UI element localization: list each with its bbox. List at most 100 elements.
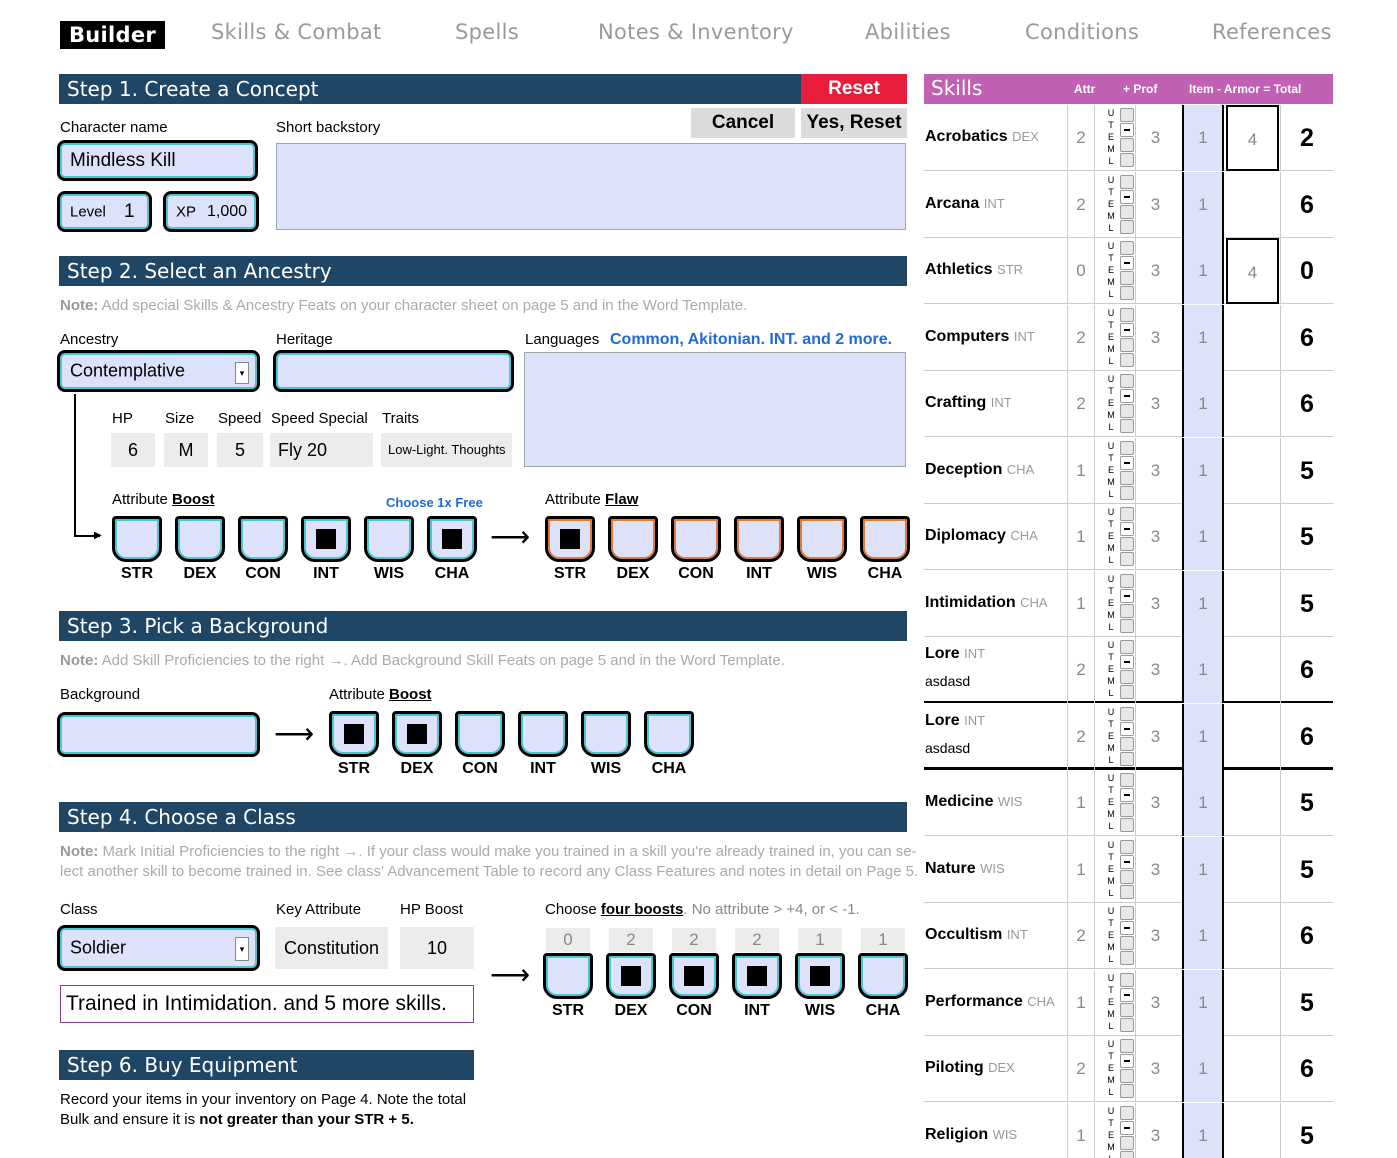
- character-name-input[interactable]: Mindless Kill: [57, 140, 258, 181]
- tab-builder[interactable]: Builder: [60, 21, 166, 49]
- proficiency-checkbox[interactable]: [1120, 736, 1134, 751]
- lore-subject-input[interactable]: asdasd: [925, 673, 1065, 689]
- lore-subject-input[interactable]: asdasd: [925, 740, 1065, 756]
- tab-skills-combat[interactable]: Skills & Combat: [211, 20, 382, 44]
- ancestry-boost-checkbox-int[interactable]: [301, 516, 351, 562]
- proficiency-checkbox[interactable]: [1120, 1120, 1134, 1135]
- ancestry-boost-checkbox-con[interactable]: [238, 516, 288, 562]
- skill-item-bonus-input[interactable]: 1: [1182, 371, 1224, 437]
- skill-row[interactable]: Crafting INT 2 U T E M L 3 1 6: [924, 371, 1333, 437]
- class-boost-checkbox-wis[interactable]: [795, 953, 845, 999]
- skill-item-bonus-input[interactable]: 1: [1182, 105, 1224, 171]
- proficiency-checkboxes[interactable]: [1120, 972, 1135, 1033]
- proficiency-checkbox[interactable]: [1120, 803, 1134, 817]
- proficiency-checkbox[interactable]: [1120, 773, 1134, 787]
- proficiency-checkbox[interactable]: [1120, 507, 1134, 521]
- proficiency-checkboxes[interactable]: [1120, 108, 1135, 168]
- background-boost-checkbox-con[interactable]: [455, 711, 505, 757]
- proficiency-checkbox[interactable]: [1120, 485, 1134, 500]
- ancestry-select[interactable]: Contemplative ▾: [57, 350, 260, 392]
- skill-item-bonus-input[interactable]: 1: [1182, 171, 1224, 238]
- skill-item-bonus-input[interactable]: 1: [1182, 437, 1224, 504]
- proficiency-checkbox[interactable]: [1120, 271, 1134, 285]
- proficiency-checkbox[interactable]: [1120, 470, 1134, 485]
- proficiency-checkbox[interactable]: [1120, 685, 1134, 699]
- proficiency-checkboxes[interactable]: [1120, 839, 1135, 900]
- languages-input[interactable]: [524, 352, 906, 467]
- skill-row[interactable]: Nature WIS 1 U T E M L 3 1 5: [924, 836, 1333, 903]
- ancestry-flaw-checkbox-int[interactable]: [734, 516, 784, 562]
- class-boost-checkbox-int[interactable]: [732, 953, 782, 999]
- proficiency-checkbox[interactable]: [1120, 1054, 1134, 1068]
- tab-references[interactable]: References: [1212, 20, 1332, 44]
- skill-row[interactable]: Medicine WIS 1 U T E M L 3 1 5: [924, 770, 1333, 836]
- proficiency-checkbox[interactable]: [1120, 906, 1134, 920]
- class-boost-checkbox-cha[interactable]: [858, 953, 908, 999]
- skill-row[interactable]: Deception CHA 1 U T E M L 3 1 5: [924, 437, 1333, 504]
- proficiency-checkbox[interactable]: [1120, 951, 1134, 965]
- proficiency-checkbox[interactable]: [1120, 869, 1134, 884]
- proficiency-checkboxes[interactable]: [1120, 640, 1135, 700]
- ancestry-flaw-checkbox-str[interactable]: [545, 516, 595, 562]
- skill-item-bonus-input[interactable]: 1: [1182, 304, 1224, 371]
- ancestry-boost-checkbox-cha[interactable]: [427, 516, 477, 562]
- skill-item-bonus-input[interactable]: 1: [1182, 703, 1224, 770]
- class-select[interactable]: Soldier ▾: [57, 925, 260, 971]
- proficiency-checkbox[interactable]: [1120, 972, 1134, 987]
- level-field[interactable]: Level 1: [57, 191, 152, 232]
- ancestry-flaw-checkbox-dex[interactable]: [608, 516, 658, 562]
- skill-row[interactable]: Lore INT asdasd 2 U T E M L 3 1 6: [924, 637, 1333, 703]
- ancestry-boost-checkbox-wis[interactable]: [364, 516, 414, 562]
- proficiency-checkbox[interactable]: [1120, 455, 1134, 470]
- class-boost-checkbox-dex[interactable]: [606, 953, 656, 999]
- proficiency-checkbox[interactable]: [1120, 219, 1134, 234]
- proficiency-checkbox[interactable]: [1120, 1105, 1134, 1120]
- proficiency-checkbox[interactable]: [1120, 721, 1134, 736]
- proficiency-checkbox[interactable]: [1120, 854, 1134, 869]
- chevron-down-icon[interactable]: ▾: [235, 937, 249, 961]
- proficiency-checkbox[interactable]: [1120, 537, 1134, 551]
- skill-row[interactable]: Occultism INT 2 U T E M L 3 1 6: [924, 903, 1333, 969]
- proficiency-checkbox[interactable]: [1120, 241, 1134, 255]
- proficiency-checkbox[interactable]: [1120, 174, 1134, 189]
- proficiency-checkboxes[interactable]: [1120, 307, 1135, 368]
- skill-item-bonus-input[interactable]: 1: [1182, 836, 1224, 903]
- chevron-down-icon[interactable]: ▾: [235, 362, 249, 384]
- proficiency-checkbox[interactable]: [1120, 352, 1134, 367]
- proficiency-checkbox[interactable]: [1120, 389, 1134, 403]
- proficiency-checkboxes[interactable]: [1120, 440, 1135, 501]
- reset-button[interactable]: Reset: [801, 74, 907, 104]
- proficiency-checkbox[interactable]: [1120, 1150, 1134, 1158]
- skill-row[interactable]: Computers INT 2 U T E M L 3 1 6: [924, 304, 1333, 371]
- skill-item-bonus-input[interactable]: 1: [1182, 570, 1224, 637]
- proficiency-checkbox[interactable]: [1120, 440, 1134, 455]
- yes-reset-button[interactable]: Yes, Reset: [801, 108, 907, 138]
- background-input[interactable]: [57, 712, 260, 757]
- proficiency-checkbox[interactable]: [1120, 706, 1134, 721]
- proficiency-checkboxes[interactable]: [1120, 507, 1135, 567]
- class-boost-checkbox-con[interactable]: [669, 953, 719, 999]
- proficiency-checkbox[interactable]: [1120, 603, 1134, 618]
- skill-item-bonus-input[interactable]: 1: [1182, 770, 1224, 836]
- skill-item-bonus-input[interactable]: 1: [1182, 903, 1224, 969]
- background-boost-checkbox-cha[interactable]: [644, 711, 694, 757]
- proficiency-checkbox[interactable]: [1120, 1039, 1134, 1053]
- proficiency-checkbox[interactable]: [1120, 322, 1134, 337]
- class-boost-checkbox-str[interactable]: [543, 953, 593, 999]
- proficiency-checkbox[interactable]: [1120, 921, 1134, 935]
- skill-row[interactable]: Acrobatics DEX 2 U T E M L 3 1 4 2: [924, 105, 1333, 171]
- proficiency-checkbox[interactable]: [1120, 936, 1134, 950]
- proficiency-checkboxes[interactable]: [1120, 773, 1135, 833]
- proficiency-checkbox[interactable]: [1120, 670, 1134, 684]
- proficiency-checkbox[interactable]: [1120, 1069, 1134, 1083]
- skill-item-bonus-input[interactable]: 1: [1182, 238, 1224, 304]
- xp-field[interactable]: XP 1,000: [163, 191, 259, 232]
- proficiency-checkbox[interactable]: [1120, 751, 1134, 766]
- tab-conditions[interactable]: Conditions: [1025, 20, 1139, 44]
- proficiency-checkboxes[interactable]: [1120, 906, 1135, 966]
- proficiency-checkbox[interactable]: [1120, 337, 1134, 352]
- ancestry-flaw-checkbox-wis[interactable]: [797, 516, 847, 562]
- background-boost-checkbox-str[interactable]: [329, 711, 379, 757]
- proficiency-checkbox[interactable]: [1120, 788, 1134, 802]
- proficiency-checkbox[interactable]: [1120, 108, 1134, 122]
